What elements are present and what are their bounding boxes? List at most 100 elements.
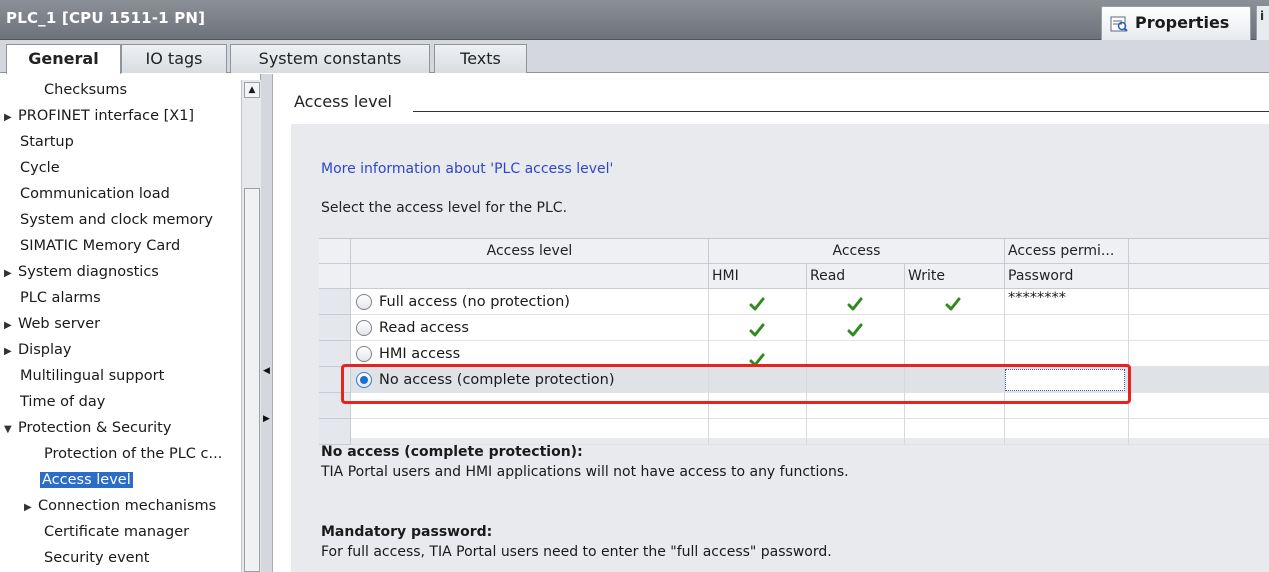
table-row [351,419,1269,445]
access-level-cell: Full access (no protection) [351,289,709,315]
header-write: Write [905,264,1005,289]
section-title: Access level [294,92,392,111]
hmi-cell [709,419,807,445]
nav-item-label: Communication load [20,186,170,202]
nav-item[interactable]: Communication load [20,182,170,206]
nav-item[interactable]: ▶ Display [4,338,71,362]
nav-item[interactable]: Certificate manager [44,520,189,544]
collapsed-arrow-icon[interactable]: ▶ [4,314,18,338]
write-cell [905,419,1005,445]
collapsed-arrow-icon[interactable]: ▶ [4,262,18,286]
header-read: Read [807,264,905,289]
content-area: More information about 'PLC access level… [291,124,1269,572]
expand-right-icon[interactable]: ▶ [263,414,270,424]
row-header[interactable] [319,419,351,445]
header-blank [351,264,709,289]
expanded-arrow-icon[interactable]: ▼ [4,418,18,442]
nav-item-label: Multilingual support [20,368,165,384]
nav-scrollbar[interactable]: ▲ [241,80,261,572]
collapse-left-icon[interactable]: ◀ [263,366,270,376]
hmi-cell [709,315,807,341]
nav-item-label: System diagnostics [18,264,159,280]
properties-icon [1110,16,1128,32]
scroll-up-icon[interactable]: ▲ [244,82,260,98]
nav-item-label: Display [18,342,72,358]
inspector-title-bar: PLC_1 [CPU 1511-1 PN] Properties i [0,0,1269,40]
nav-item[interactable]: PLC alarms [20,286,101,310]
password-cell[interactable]: ******** [1005,289,1129,315]
nav-item[interactable]: Cycle [20,156,60,180]
info-tab[interactable]: i [1256,6,1269,40]
nav-item[interactable]: System and clock memory [20,208,213,232]
nav-item-label: PLC alarms [20,290,101,306]
nav-item[interactable]: Startup [20,130,74,154]
row-header-corner [319,264,351,289]
access-level-cell: Read access [351,315,709,341]
nav-item-label: PROFINET interface [X1] [18,108,195,124]
table-row[interactable]: Read access [351,315,1269,341]
nav-item-label: Certificate manager [44,524,190,540]
check-icon [749,295,765,311]
main-panel: Access level More information about 'PLC… [273,74,1269,572]
nav-item-label: System and clock memory [20,212,214,228]
nav-item-label: Access level [40,472,133,488]
collapsed-arrow-icon[interactable]: ▶ [4,340,18,364]
header-access-level: Access level [351,239,709,264]
nav-item-label: Protection of the PLC c... [44,446,223,462]
tab-io-tags[interactable]: IO tags [121,44,227,73]
check-icon [847,321,863,337]
scroll-thumb[interactable] [244,188,260,572]
mandatory-password-title: Mandatory password: [321,524,493,540]
nav-item-label: Cycle [20,160,60,176]
table-row[interactable]: Full access (no protection) ******** [351,289,1269,315]
nav-item[interactable]: Time of day [20,390,105,414]
access-level-label[interactable]: Read access [379,315,469,341]
section-divider [413,111,1269,112]
description-title: No access (complete protection): [321,444,583,460]
nav-item[interactable]: ▼ Protection & Security [4,416,171,440]
access-level-table: Access level Access Access permi... HMI … [319,238,1269,445]
nav-item-label: Web server [18,316,101,332]
collapsed-arrow-icon[interactable]: ▶ [4,106,18,130]
nav-item[interactable]: ▶ PROFINET interface [X1] [4,104,194,128]
check-icon [945,295,961,311]
row-header[interactable] [319,315,351,341]
read-cell [807,289,905,315]
properties-tab[interactable]: Properties [1101,6,1251,40]
nav-item[interactable]: ▶ Web server [4,312,100,336]
tab-texts[interactable]: Texts [434,44,527,73]
write-cell [905,315,1005,341]
nav-item[interactable]: Access level [40,468,133,492]
tab-general[interactable]: General [6,44,121,74]
nav-item-label: SIMATIC Memory Card [20,238,181,254]
selection-highlight-box [341,364,1131,404]
properties-tabs: General IO tags System constants Texts [0,40,1269,74]
password-cell[interactable] [1005,315,1129,341]
nav-item-label: Checksums [44,82,128,98]
password-cell [1005,419,1129,445]
nav-item[interactable]: Checksums [44,78,127,102]
nav-item-label: Protection & Security [18,420,172,436]
panel-splitter[interactable]: ◀ ▶ [261,74,273,572]
check-icon [749,321,765,337]
header-filler [1129,264,1269,289]
nav-item[interactable]: SIMATIC Memory Card [20,234,180,258]
tab-system-constants[interactable]: System constants [230,44,430,73]
nav-item[interactable]: ▶ System diagnostics [4,260,159,284]
access-level-label[interactable]: Full access (no protection) [379,289,570,315]
navigation-tree: Checksums ▶ PROFINET interface [X1] Startup… [0,74,261,572]
window-title: PLC_1 [CPU 1511-1 PN] [6,9,206,27]
nav-item-label: Time of day [20,394,106,410]
nav-item[interactable]: Security event [44,546,149,570]
nav-item[interactable]: Multilingual support [20,364,164,388]
nav-item[interactable]: Protection of the PLC c... [44,442,222,466]
collapsed-arrow-icon[interactable]: ▶ [24,496,38,520]
write-cell [905,289,1005,315]
access-level-radio[interactable] [356,320,372,336]
more-info-link[interactable]: More information about 'PLC access level… [321,161,613,177]
access-level-radio[interactable] [356,346,372,362]
access-level-radio[interactable] [356,294,372,310]
nav-item[interactable]: ▶ Connection mechanisms [24,494,216,518]
nav-item-label: Connection mechanisms [38,498,217,514]
row-header[interactable] [319,289,351,315]
